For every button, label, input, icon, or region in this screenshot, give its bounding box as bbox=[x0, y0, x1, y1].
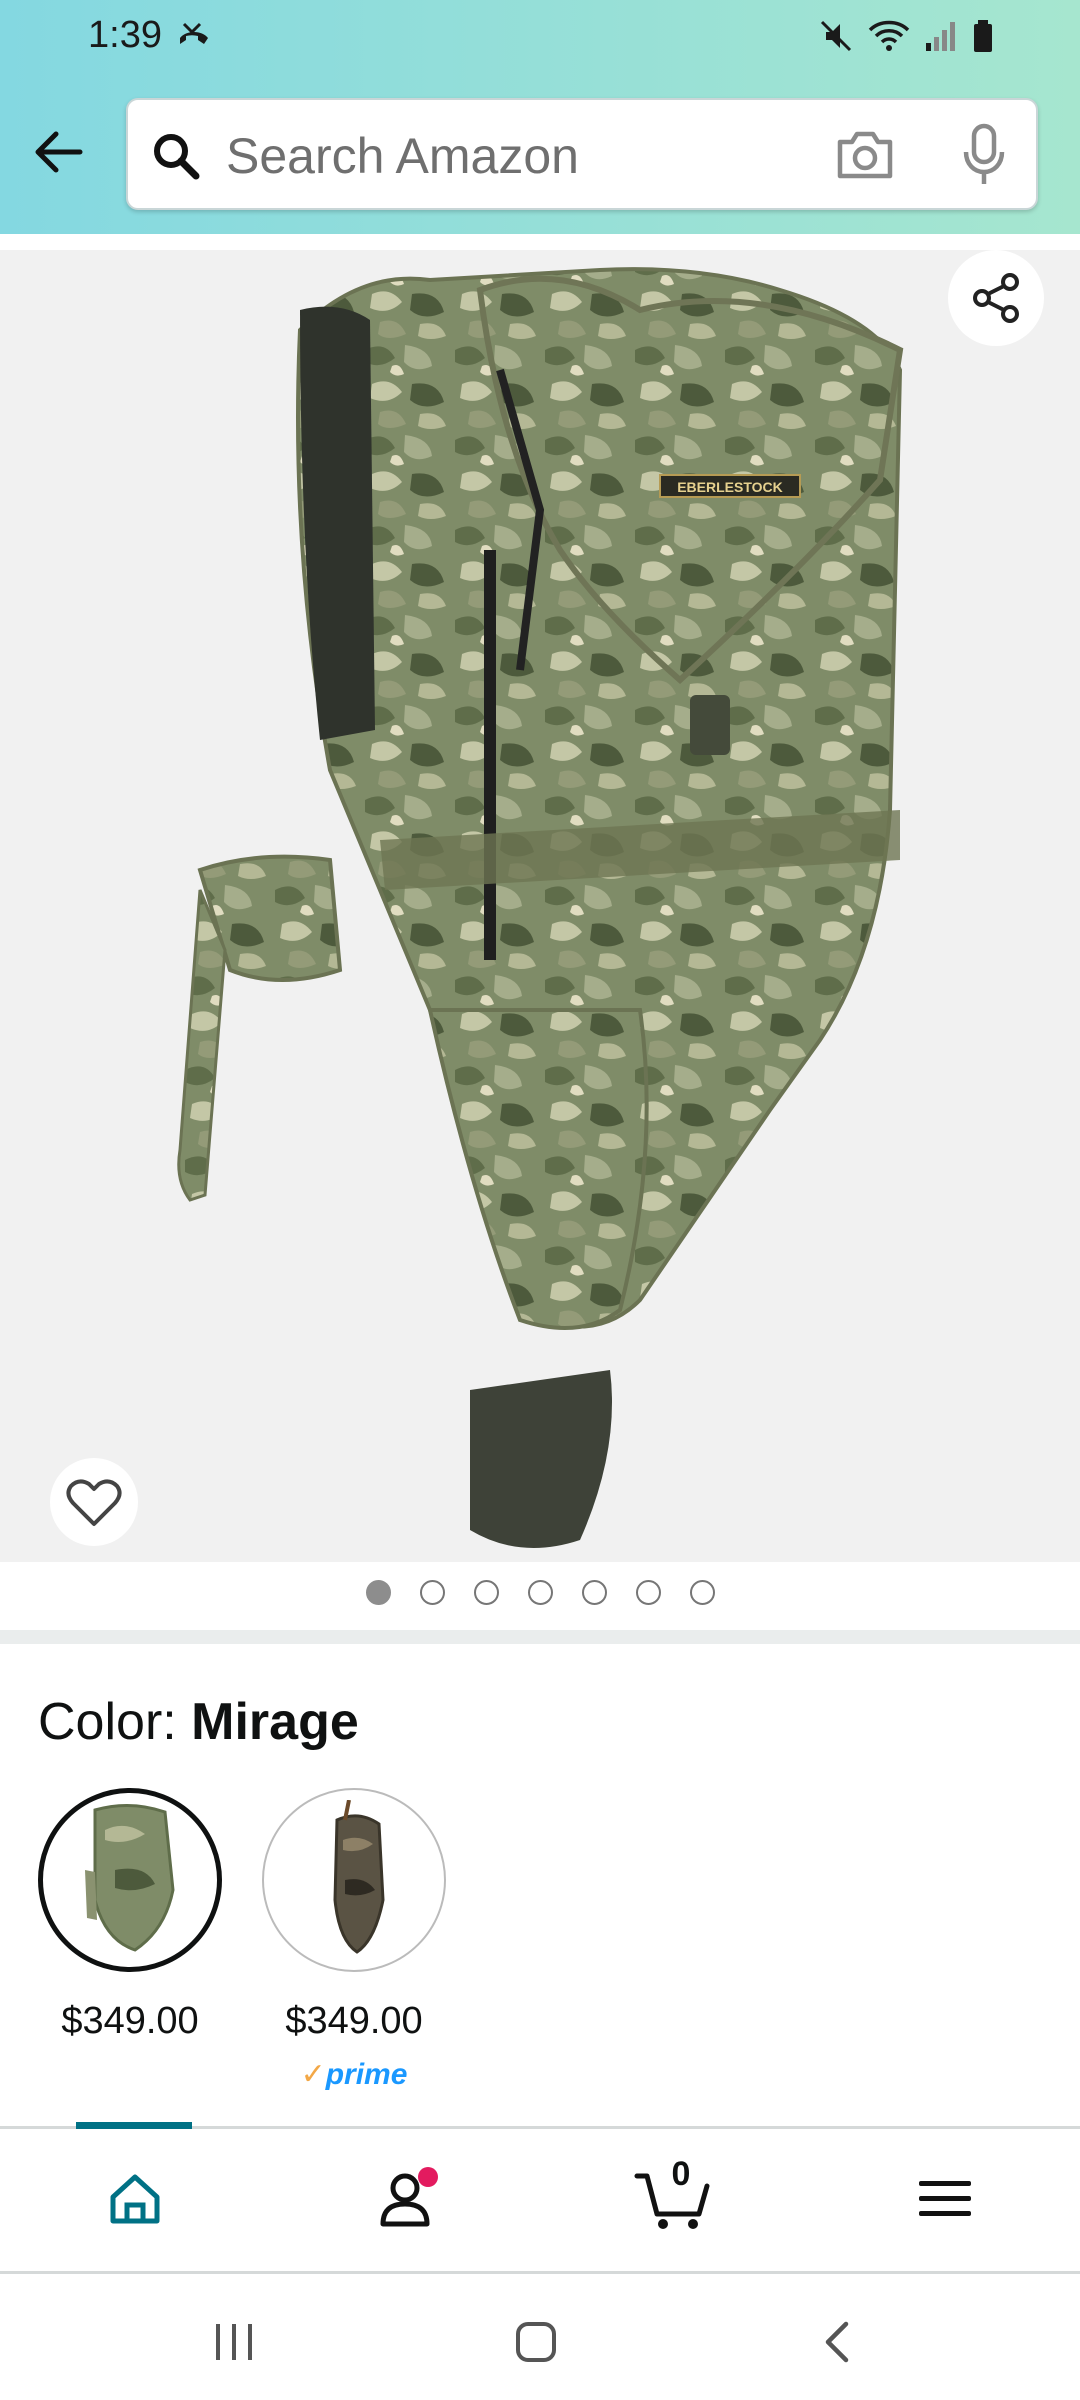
system-home-button[interactable] bbox=[506, 2312, 566, 2372]
prime-check-icon: ✓ bbox=[300, 2058, 326, 2091]
color-label-prefix: Color: bbox=[38, 1693, 192, 1751]
pager-dot[interactable] bbox=[473, 1580, 499, 1605]
prime-badge: ✓prime bbox=[262, 2057, 446, 2092]
pager-dot[interactable] bbox=[581, 1580, 607, 1605]
product-image[interactable]: EBERLESTOCK bbox=[0, 250, 1080, 1562]
mute-icon bbox=[820, 20, 852, 52]
color-swatch-mirage[interactable] bbox=[38, 1788, 222, 1972]
image-pager bbox=[0, 1580, 1080, 1610]
swatch-price: $349.00 bbox=[61, 2000, 199, 2042]
pager-dot[interactable] bbox=[527, 1580, 553, 1605]
back-arrow-icon[interactable] bbox=[30, 124, 86, 180]
recents-icon bbox=[216, 2324, 252, 2360]
wifi-icon bbox=[868, 20, 910, 51]
missed-call-icon bbox=[180, 22, 208, 44]
notification-dot bbox=[418, 2167, 438, 2187]
menu-icon bbox=[919, 2181, 971, 2216]
swatch-thumbnail bbox=[85, 1803, 175, 1952]
product-image-carousel[interactable]: EBERLESTOCK bbox=[0, 250, 1080, 1562]
cart-count: 0 bbox=[671, 2155, 691, 2193]
search-input[interactable] bbox=[226, 118, 786, 194]
status-bar: 1:39 bbox=[0, 0, 1080, 76]
app-header: 1:39 bbox=[0, 0, 1080, 234]
color-selected-value: Mirage bbox=[191, 1693, 359, 1751]
camera-icon[interactable] bbox=[834, 126, 896, 184]
share-icon bbox=[973, 273, 1019, 323]
home-button-icon bbox=[516, 2322, 556, 2362]
swatch-price: $349.00 bbox=[285, 2000, 423, 2042]
wishlist-button[interactable] bbox=[50, 1458, 138, 1546]
pager-dot[interactable] bbox=[635, 1580, 661, 1605]
brand-label: EBERLESTOCK bbox=[677, 479, 783, 495]
back-icon bbox=[825, 2321, 849, 2363]
status-time: 1:39 bbox=[88, 14, 162, 56]
battery-icon bbox=[974, 20, 992, 52]
recents-button[interactable] bbox=[204, 2312, 264, 2372]
heart-icon bbox=[66, 1479, 122, 1526]
system-back-button[interactable] bbox=[808, 2312, 868, 2372]
system-nav-bar bbox=[0, 2274, 1080, 2400]
nav-cart[interactable]: 0 bbox=[628, 2155, 718, 2239]
search-box[interactable] bbox=[126, 98, 1038, 210]
swatch-thumbnail bbox=[333, 1800, 385, 1954]
search-icon bbox=[154, 134, 200, 180]
nav-home[interactable] bbox=[90, 2159, 180, 2239]
pager-dot[interactable] bbox=[689, 1580, 715, 1605]
prime-label: prime bbox=[325, 2058, 408, 2091]
mic-icon[interactable] bbox=[958, 122, 1010, 188]
bottom-nav: 0 bbox=[0, 2129, 1080, 2271]
pager-dot[interactable] bbox=[365, 1580, 391, 1605]
home-icon bbox=[110, 2174, 160, 2224]
color-label: Color: Mirage bbox=[38, 1692, 359, 1752]
section-divider bbox=[0, 1630, 1080, 1644]
pager-dot[interactable] bbox=[419, 1580, 445, 1605]
share-button[interactable] bbox=[948, 250, 1044, 346]
status-icons bbox=[818, 18, 994, 54]
nav-menu[interactable] bbox=[900, 2159, 990, 2239]
nav-account[interactable] bbox=[360, 2159, 450, 2239]
signal-icon bbox=[926, 22, 955, 51]
color-swatch-alt[interactable] bbox=[262, 1788, 446, 1972]
